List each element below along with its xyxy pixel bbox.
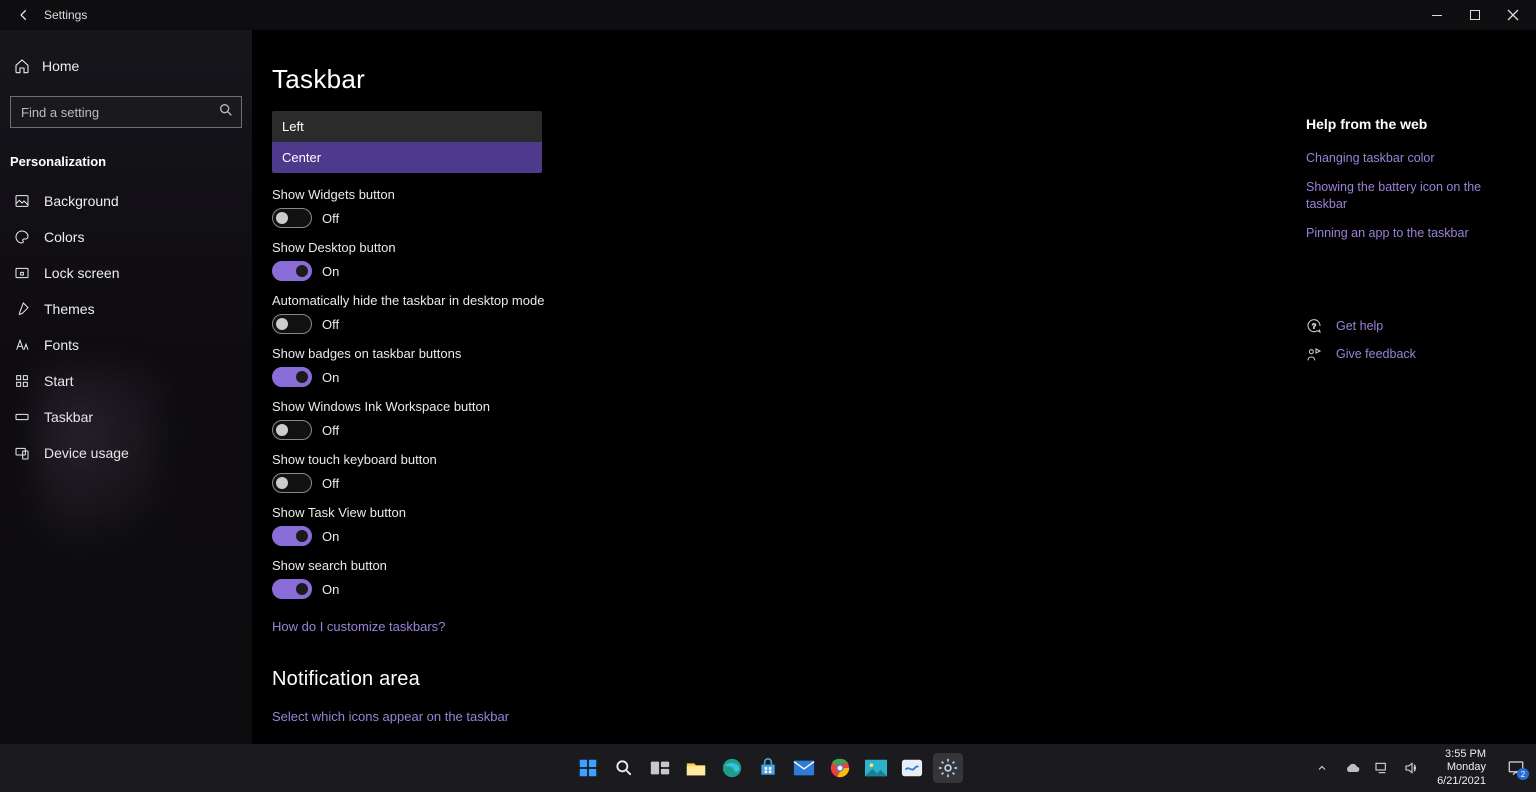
font-icon	[12, 337, 32, 353]
tray-day: Monday	[1437, 761, 1486, 774]
sidebar-item-themes[interactable]: Themes	[0, 291, 252, 327]
toggle-label: Show Task View button	[272, 505, 1536, 520]
taskbar-app-settings[interactable]	[933, 753, 963, 783]
taskbar-app-explorer[interactable]	[681, 753, 711, 783]
sidebar-item-label: Colors	[44, 229, 84, 245]
toggle-switch[interactable]	[272, 579, 312, 599]
tray-date: 6/21/2021	[1437, 775, 1486, 788]
home-icon	[14, 58, 30, 74]
grid-icon	[12, 373, 32, 389]
window-title: Settings	[44, 8, 87, 22]
sidebar-item-colors[interactable]: Colors	[0, 219, 252, 255]
taskbar-app-mail[interactable]	[789, 753, 819, 783]
toggle-state: On	[322, 582, 339, 597]
help-heading: Help from the web	[1306, 116, 1516, 132]
sidebar-item-label: Fonts	[44, 337, 79, 353]
sidebar: Home Personalization Background Colors L…	[0, 30, 252, 744]
taskbar-app-chrome[interactable]	[825, 753, 855, 783]
toggle-state: Off	[322, 317, 339, 332]
device-icon	[12, 445, 32, 461]
close-button[interactable]	[1494, 1, 1532, 29]
taskbar-app-whiteboard[interactable]	[897, 753, 927, 783]
sidebar-item-start[interactable]: Start	[0, 363, 252, 399]
picture-icon	[12, 193, 32, 209]
alignment-dropdown[interactable]: Left Center	[272, 111, 542, 173]
taskbar-app-start[interactable]	[573, 753, 603, 783]
palette-icon	[12, 229, 32, 245]
help-link[interactable]: Showing the battery icon on the taskbar	[1306, 179, 1516, 213]
svg-text:?: ?	[1312, 322, 1316, 331]
toggle-label: Show touch keyboard button	[272, 452, 1536, 467]
help-icon: ?	[1306, 318, 1324, 334]
give-feedback-link[interactable]: Give feedback	[1336, 346, 1416, 363]
sidebar-item-background[interactable]: Background	[0, 183, 252, 219]
page-title: Taskbar	[272, 64, 1536, 95]
toggle-label: Show search button	[272, 558, 1536, 573]
toggle-switch[interactable]	[272, 367, 312, 387]
notification-area-heading: Notification area	[272, 668, 1536, 691]
toggle-state: On	[322, 529, 339, 544]
tray-chevron-icon[interactable]	[1311, 744, 1333, 792]
sidebar-item-label: Background	[44, 193, 119, 209]
help-link[interactable]: Pinning an app to the taskbar	[1306, 225, 1516, 242]
toggle-switch[interactable]	[272, 314, 312, 334]
toggle-state: On	[322, 370, 339, 385]
taskbar-icon	[12, 409, 32, 425]
sidebar-item-label: Start	[44, 373, 74, 389]
taskbar-app-taskview[interactable]	[645, 753, 675, 783]
customize-link[interactable]: How do I customize taskbars?	[272, 619, 445, 634]
taskbar-app-search[interactable]	[609, 753, 639, 783]
sidebar-item-lock-screen[interactable]: Lock screen	[0, 255, 252, 291]
tray-volume-icon[interactable]	[1401, 744, 1423, 792]
content: Taskbar Left Center Show Widgets buttonO…	[252, 30, 1536, 744]
toggle-state: Off	[322, 476, 339, 491]
select-icons-link[interactable]: Select which icons appear on the taskbar	[272, 709, 1536, 724]
toggle-state: Off	[322, 423, 339, 438]
tray-clock[interactable]: 3:55 PM Monday 6/21/2021	[1437, 748, 1486, 788]
sidebar-home[interactable]: Home	[0, 48, 252, 84]
dropdown-option-left[interactable]: Left	[272, 111, 542, 142]
toggle-switch[interactable]	[272, 261, 312, 281]
tray-notifications[interactable]: 2	[1500, 753, 1532, 783]
taskbar-app-photos[interactable]	[861, 753, 891, 783]
notification-badge: 2	[1517, 768, 1529, 780]
sidebar-item-label: Lock screen	[44, 265, 119, 281]
taskbar-app-store[interactable]	[753, 753, 783, 783]
help-pane: Help from the web Changing taskbar color…	[1306, 116, 1516, 363]
taskbar: 3:55 PM Monday 6/21/2021 2	[0, 744, 1536, 792]
sidebar-item-label: Device usage	[44, 445, 129, 461]
tray-onedrive-icon[interactable]	[1341, 744, 1363, 792]
sidebar-item-fonts[interactable]: Fonts	[0, 327, 252, 363]
brush-icon	[12, 301, 32, 317]
search-input[interactable]	[10, 96, 242, 128]
sidebar-item-label: Themes	[44, 301, 95, 317]
minimize-button[interactable]	[1418, 1, 1456, 29]
feedback-icon	[1306, 347, 1324, 363]
toggle-label: Show Windows Ink Workspace button	[272, 399, 1536, 414]
sidebar-item-device-usage[interactable]: Device usage	[0, 435, 252, 471]
toggle-state: Off	[322, 211, 339, 226]
sidebar-item-taskbar[interactable]: Taskbar	[0, 399, 252, 435]
toggle-switch[interactable]	[272, 208, 312, 228]
tray-network-icon[interactable]	[1371, 744, 1393, 792]
toggle-switch[interactable]	[272, 473, 312, 493]
system-tray: 3:55 PM Monday 6/21/2021 2	[1311, 744, 1532, 792]
toggle-switch[interactable]	[272, 420, 312, 440]
toggle-state: On	[322, 264, 339, 279]
sidebar-item-label: Taskbar	[44, 409, 93, 425]
maximize-button[interactable]	[1456, 1, 1494, 29]
dropdown-option-center[interactable]: Center	[272, 142, 542, 173]
back-button[interactable]	[12, 3, 36, 27]
toggle-switch[interactable]	[272, 526, 312, 546]
help-link[interactable]: Changing taskbar color	[1306, 150, 1516, 167]
sidebar-home-label: Home	[42, 58, 79, 74]
get-help-link[interactable]: Get help	[1336, 318, 1383, 335]
sidebar-category: Personalization	[0, 144, 252, 183]
taskbar-app-edge[interactable]	[717, 753, 747, 783]
tray-time: 3:55 PM	[1437, 748, 1486, 761]
lock-icon	[12, 265, 32, 281]
